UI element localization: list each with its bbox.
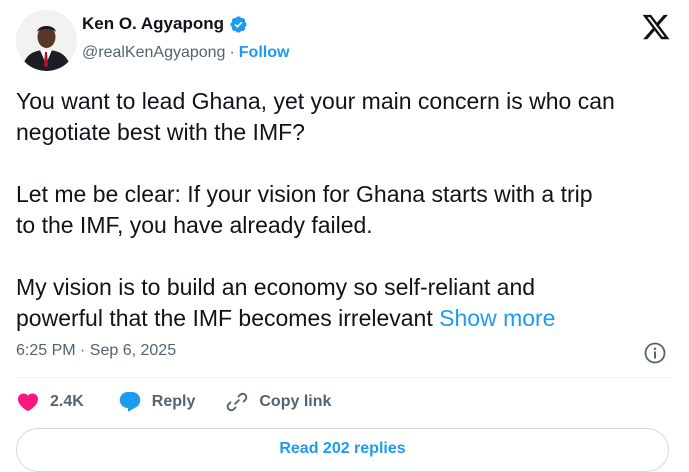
timestamp[interactable]: 6:25 PM · Sep 6, 2025	[16, 342, 176, 360]
verified-badge-icon	[229, 15, 248, 34]
x-logo-icon[interactable]	[641, 12, 671, 42]
copy-link-button[interactable]: Copy link	[225, 390, 331, 414]
heart-icon	[17, 393, 39, 412]
author-name[interactable]: Ken O. Agyapong	[82, 14, 224, 34]
tweet-body: You want to lead Ghana, yet your main co…	[16, 86, 676, 334]
read-replies-button[interactable]: Read 202 replies	[16, 428, 669, 472]
avatar-image	[16, 10, 77, 71]
like-count: 2.4K	[50, 393, 84, 410]
follow-button[interactable]: Follow	[239, 44, 290, 62]
author-handle[interactable]: @realKenAgyapong	[82, 44, 225, 62]
tweet-text: You want to lead Ghana, yet your main co…	[16, 88, 615, 331]
action-bar: 2.4K Reply Copy link	[16, 390, 331, 414]
copy-link-label: Copy link	[259, 393, 332, 410]
avatar[interactable]	[16, 10, 77, 71]
reply-button[interactable]: Reply	[118, 390, 196, 414]
info-icon[interactable]	[643, 341, 667, 365]
divider	[16, 377, 671, 378]
reply-bubble-icon	[119, 392, 141, 412]
like-button[interactable]: 2.4K	[16, 390, 84, 414]
show-more-link[interactable]: Show more	[439, 305, 555, 331]
handle-separator: ·	[229, 44, 235, 61]
link-icon	[227, 392, 248, 412]
reply-label: Reply	[151, 393, 196, 410]
